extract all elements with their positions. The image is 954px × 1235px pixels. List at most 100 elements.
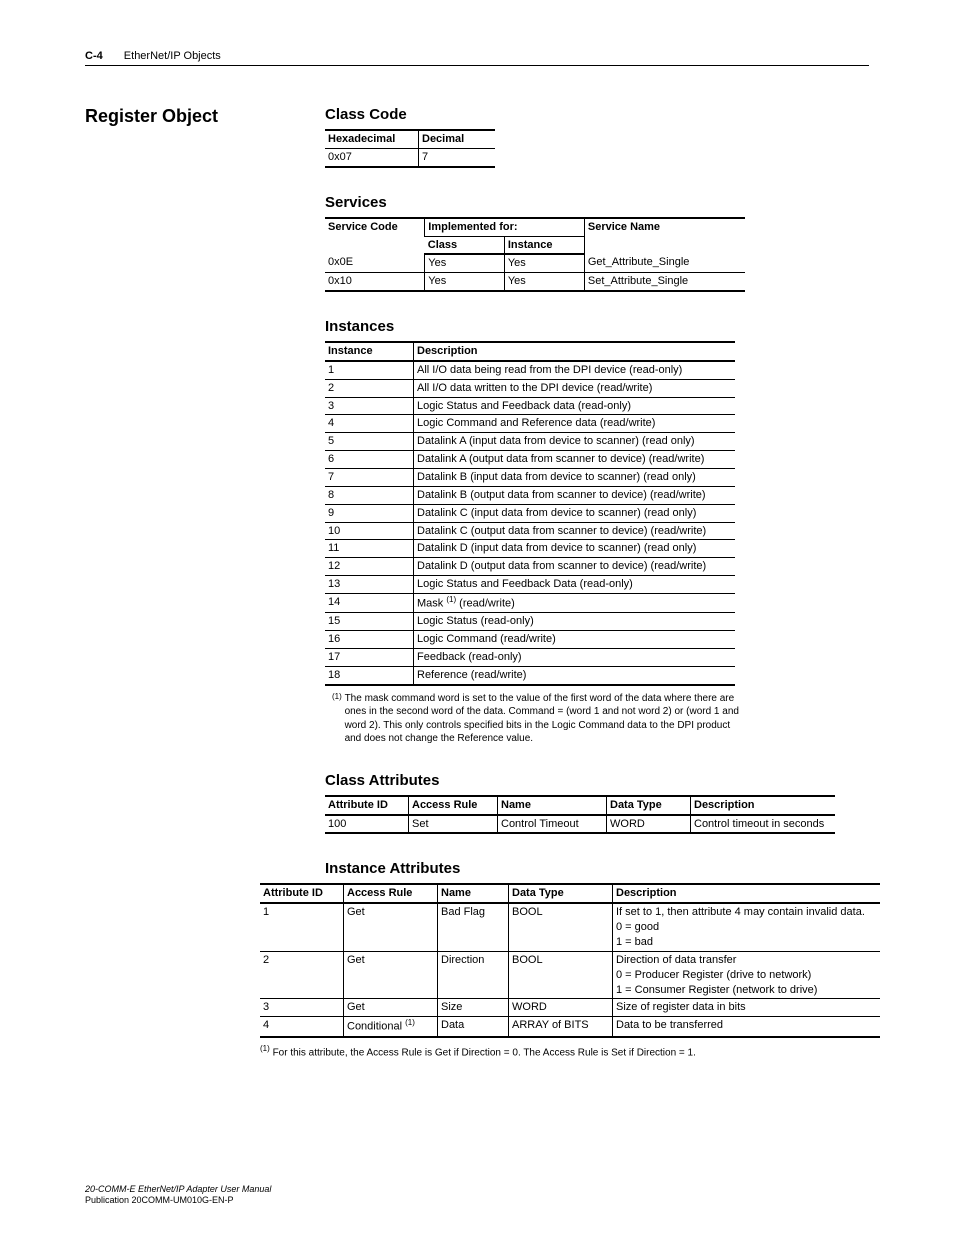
table-cell: 10 xyxy=(325,522,414,540)
table-cell: Logic Status and Feedback data (read-onl… xyxy=(414,397,736,415)
th-name: Name xyxy=(498,796,607,815)
footnote-text: For this attribute, the Access Rule is G… xyxy=(273,1047,696,1058)
table-cell: 4 xyxy=(325,415,414,433)
th-dec: Decimal xyxy=(419,130,496,148)
table-cell: 7 xyxy=(325,468,414,486)
services-heading: Services xyxy=(325,194,869,211)
table-row: 12Datalink D (output data from scanner t… xyxy=(325,558,735,576)
table-row: 13Logic Status and Feedback Data (read-o… xyxy=(325,576,735,594)
table-cell: 0x10 xyxy=(325,273,425,291)
table-row: 18Reference (read/write) xyxy=(325,666,735,684)
footnote-mark: (1) xyxy=(260,1044,270,1053)
table-cell: Yes xyxy=(425,254,505,272)
table-cell: 1 xyxy=(325,361,414,379)
class-code-table: Hexadecimal Decimal 0x07 7 xyxy=(325,129,495,168)
th-service-code: Service Code xyxy=(325,218,425,255)
table-cell: Set_Attribute_Single xyxy=(584,273,745,291)
table-cell: Conditional (1) xyxy=(344,1017,438,1037)
table-cell: BOOL xyxy=(509,951,613,999)
th-hex: Hexadecimal xyxy=(325,130,419,148)
services-table: Service Code Implemented for: Service Na… xyxy=(325,217,745,292)
table-cell: Datalink D (output data from scanner to … xyxy=(414,558,736,576)
table-row: 16Logic Command (read/write) xyxy=(325,631,735,649)
inst-attrs-table: Attribute ID Access Rule Name Data Type … xyxy=(260,883,880,1037)
th-desc: Description xyxy=(691,796,836,815)
table-row: 7Datalink B (input data from device to s… xyxy=(325,468,735,486)
table-cell: Control Timeout xyxy=(498,815,607,834)
table-cell: Datalink C (output data from scanner to … xyxy=(414,522,736,540)
table-cell: 9 xyxy=(325,504,414,522)
table-cell: 8 xyxy=(325,486,414,504)
table-row: 10Datalink C (output data from scanner t… xyxy=(325,522,735,540)
th-type: Data Type xyxy=(607,796,691,815)
table-cell: 100 xyxy=(325,815,409,834)
table-cell: If set to 1, then attribute 4 may contai… xyxy=(613,903,881,951)
table-cell: Control timeout in seconds xyxy=(691,815,836,834)
th-implemented: Implemented for: xyxy=(425,218,585,236)
table-row: 14Mask (1) (read/write) xyxy=(325,593,735,613)
table-cell: 4 xyxy=(260,1017,344,1037)
table-cell: 17 xyxy=(325,649,414,667)
table-row: 3Logic Status and Feedback data (read-on… xyxy=(325,397,735,415)
table-cell: 18 xyxy=(325,666,414,684)
table-cell: Get_Attribute_Single xyxy=(584,254,745,272)
table-cell: Size xyxy=(438,999,509,1017)
table-cell: Data to be transferred xyxy=(613,1017,881,1037)
table-cell: 3 xyxy=(260,999,344,1017)
table-cell: Datalink B (input data from device to sc… xyxy=(414,468,736,486)
th-instance: Instance xyxy=(504,236,584,254)
table-row: 0x10YesYesSet_Attribute_Single xyxy=(325,273,745,291)
td-hex: 0x07 xyxy=(325,148,419,166)
table-cell: WORD xyxy=(607,815,691,834)
footer-pub: Publication 20COMM-UM010G-EN-P xyxy=(85,1195,271,1207)
class-code-heading: Class Code xyxy=(325,106,869,123)
table-cell: WORD xyxy=(509,999,613,1017)
table-cell: Reference (read/write) xyxy=(414,666,736,684)
table-cell: Yes xyxy=(504,254,584,272)
th-name: Name xyxy=(438,884,509,903)
table-row: 2GetDirectionBOOLDirection of data trans… xyxy=(260,951,880,999)
footnote-mark: (1) xyxy=(332,692,342,701)
table-cell: Yes xyxy=(504,273,584,291)
table-cell: All I/O data being read from the DPI dev… xyxy=(414,361,736,379)
table-row: 9Datalink C (input data from device to s… xyxy=(325,504,735,522)
table-cell: 0x0E xyxy=(325,254,425,272)
table-cell: Size of register data in bits xyxy=(613,999,881,1017)
table-cell: Direction of data transfer0 = Producer R… xyxy=(613,951,881,999)
table-row: 100SetControl TimeoutWORDControl timeout… xyxy=(325,815,835,834)
table-cell: Get xyxy=(344,999,438,1017)
instances-footnote: (1) The mask command word is set to the … xyxy=(325,692,752,746)
class-attrs-table: Attribute ID Access Rule Name Data Type … xyxy=(325,795,835,835)
th-desc: Description xyxy=(414,342,736,361)
table-cell: Logic Command and Reference data (read/w… xyxy=(414,415,736,433)
table-row: 3GetSizeWORDSize of register data in bit… xyxy=(260,999,880,1017)
table-cell: Logic Command (read/write) xyxy=(414,631,736,649)
td-dec: 7 xyxy=(419,148,496,166)
th-instance: Instance xyxy=(325,342,414,361)
table-cell: Datalink B (output data from scanner to … xyxy=(414,486,736,504)
table-row: 2All I/O data written to the DPI device … xyxy=(325,379,735,397)
table-cell: ARRAY of BITS xyxy=(509,1017,613,1037)
table-cell: Data xyxy=(438,1017,509,1037)
table-row: 4Conditional (1)DataARRAY of BITSData to… xyxy=(260,1017,880,1037)
table-row: 15Logic Status (read-only) xyxy=(325,613,735,631)
table-row: 6Datalink A (output data from scanner to… xyxy=(325,451,735,469)
table-row: 1GetBad FlagBOOLIf set to 1, then attrib… xyxy=(260,903,880,951)
chapter-title: EtherNet/IP Objects xyxy=(124,50,221,62)
table-row: 4Logic Command and Reference data (read/… xyxy=(325,415,735,433)
footnote-text: The mask command word is set to the valu… xyxy=(345,692,740,746)
table-cell: Datalink D (input data from device to sc… xyxy=(414,540,736,558)
table-cell: 1 xyxy=(260,903,344,951)
section-title: Register Object xyxy=(85,106,325,127)
footer-manual: 20-COMM-E EtherNet/IP Adapter User Manua… xyxy=(85,1184,271,1196)
table-row: 8Datalink B (output data from scanner to… xyxy=(325,486,735,504)
table-cell: 16 xyxy=(325,631,414,649)
table-cell: Datalink A (output data from scanner to … xyxy=(414,451,736,469)
table-cell: Datalink A (input data from device to sc… xyxy=(414,433,736,451)
inst-attrs-heading: Instance Attributes xyxy=(325,860,869,877)
page-footer: 20-COMM-E EtherNet/IP Adapter User Manua… xyxy=(85,1184,271,1207)
table-cell: Mask (1) (read/write) xyxy=(414,593,736,613)
table-cell: Get xyxy=(344,951,438,999)
table-cell: 12 xyxy=(325,558,414,576)
table-cell: 14 xyxy=(325,593,414,613)
